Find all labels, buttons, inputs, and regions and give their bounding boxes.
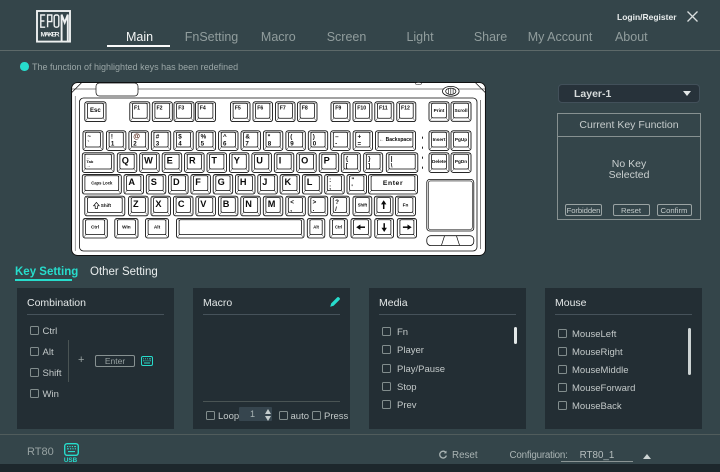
svg-text:;: ; — [329, 184, 331, 191]
svg-text:1: 1 — [111, 141, 115, 148]
svg-text:3: 3 — [156, 141, 160, 148]
svg-text:!: ! — [111, 134, 113, 141]
svg-text:F7: F7 — [280, 106, 286, 112]
svg-text:=: = — [358, 141, 362, 148]
svg-text:`: ` — [87, 141, 89, 148]
svg-text:R: R — [189, 156, 196, 166]
svg-text:/: / — [335, 206, 337, 213]
svg-text:\: \ — [391, 163, 393, 170]
svg-text:@: @ — [133, 134, 140, 141]
svg-text:6: 6 — [223, 141, 227, 148]
svg-text:Fn: Fn — [403, 202, 409, 207]
svg-text:Z: Z — [133, 199, 139, 209]
svg-text:,: , — [290, 206, 292, 213]
svg-text:Enter: Enter — [383, 180, 403, 187]
svg-text:]: ] — [368, 163, 370, 170]
svg-text:F3: F3 — [178, 106, 184, 112]
svg-text:F10: F10 — [357, 106, 366, 112]
svg-text:8: 8 — [268, 141, 272, 148]
svg-text:): ) — [313, 134, 315, 141]
svg-text:<: < — [290, 199, 294, 206]
svg-text:Delete: Delete — [432, 159, 446, 164]
svg-text:–: – — [335, 134, 339, 141]
svg-text:U: U — [256, 156, 263, 166]
svg-text:J: J — [262, 177, 267, 187]
svg-text:F5: F5 — [235, 106, 241, 112]
svg-text:H: H — [240, 177, 247, 187]
svg-text:I: I — [279, 156, 282, 166]
svg-text:L: L — [307, 177, 313, 187]
svg-text:PgUp: PgUp — [455, 137, 467, 142]
svg-text:PgDn: PgDn — [455, 159, 467, 164]
svg-text:X: X — [155, 199, 162, 209]
svg-text:W: W — [144, 156, 153, 166]
svg-text:Shift: Shift — [358, 202, 368, 207]
svg-text:N: N — [245, 199, 252, 209]
svg-text:$: $ — [178, 134, 182, 141]
svg-text:Win: Win — [122, 225, 131, 230]
svg-text:Ctrl: Ctrl — [91, 225, 99, 230]
svg-text:F8: F8 — [302, 106, 308, 112]
svg-text:E: E — [167, 156, 173, 166]
svg-text:%: % — [201, 134, 207, 141]
svg-text:&: & — [245, 134, 250, 141]
svg-text:C: C — [178, 199, 185, 209]
svg-text:M: M — [268, 199, 276, 209]
svg-text:A: A — [128, 177, 135, 187]
svg-text:Ctrl: Ctrl — [335, 225, 342, 230]
svg-text:P: P — [324, 156, 330, 166]
svg-text:>: > — [313, 199, 317, 206]
svg-text:Alt: Alt — [154, 225, 161, 230]
svg-text:.: . — [313, 206, 315, 213]
svg-text:V: V — [200, 199, 207, 209]
svg-text:Q: Q — [122, 156, 129, 166]
svg-text:-: - — [335, 141, 337, 148]
svg-text:9: 9 — [290, 141, 294, 148]
svg-text:Scroll: Scroll — [454, 108, 467, 113]
svg-text:F2: F2 — [157, 106, 163, 112]
svg-text:4: 4 — [178, 141, 182, 148]
svg-text:F9: F9 — [335, 106, 341, 112]
svg-text:Caps Lock: Caps Lock — [91, 181, 113, 186]
svg-text:F4: F4 — [200, 106, 206, 112]
svg-text:→: → — [87, 163, 91, 168]
svg-text:S: S — [151, 177, 157, 187]
svg-text:F11: F11 — [379, 106, 388, 112]
svg-text:G: G — [218, 177, 225, 187]
svg-text:F: F — [195, 177, 201, 187]
svg-text:Shift: Shift — [101, 203, 112, 208]
svg-text:F12: F12 — [401, 106, 410, 112]
svg-text:2: 2 — [133, 141, 137, 148]
svg-text:F1: F1 — [134, 106, 140, 112]
svg-text:[: [ — [346, 163, 348, 170]
svg-text:+: + — [358, 134, 362, 141]
svg-text:Esc: Esc — [90, 108, 101, 114]
svg-text:Y: Y — [234, 156, 240, 166]
svg-text::: : — [329, 177, 331, 184]
svg-text:Print: Print — [434, 108, 445, 113]
svg-text:O: O — [301, 156, 308, 166]
svg-text:#: # — [156, 134, 160, 141]
svg-text:F6: F6 — [257, 106, 263, 112]
svg-text:^: ^ — [223, 133, 227, 141]
svg-text:B: B — [223, 199, 230, 209]
svg-text:5: 5 — [201, 141, 205, 148]
svg-text:Insert: Insert — [433, 137, 446, 142]
svg-text:7: 7 — [245, 141, 249, 148]
svg-text:0: 0 — [313, 141, 317, 148]
svg-text:Alt: Alt — [313, 225, 319, 230]
svg-text:D: D — [173, 177, 180, 187]
svg-text:← Backspace: ← Backspace — [379, 137, 412, 143]
svg-text:T: T — [211, 156, 217, 166]
svg-text:?: ? — [335, 199, 339, 206]
svg-text:": " — [351, 177, 354, 184]
svg-text:~: ~ — [87, 134, 91, 141]
svg-text:|: | — [391, 156, 393, 163]
svg-text:K: K — [285, 177, 292, 187]
svg-text:MAKER: MAKER — [41, 31, 60, 38]
